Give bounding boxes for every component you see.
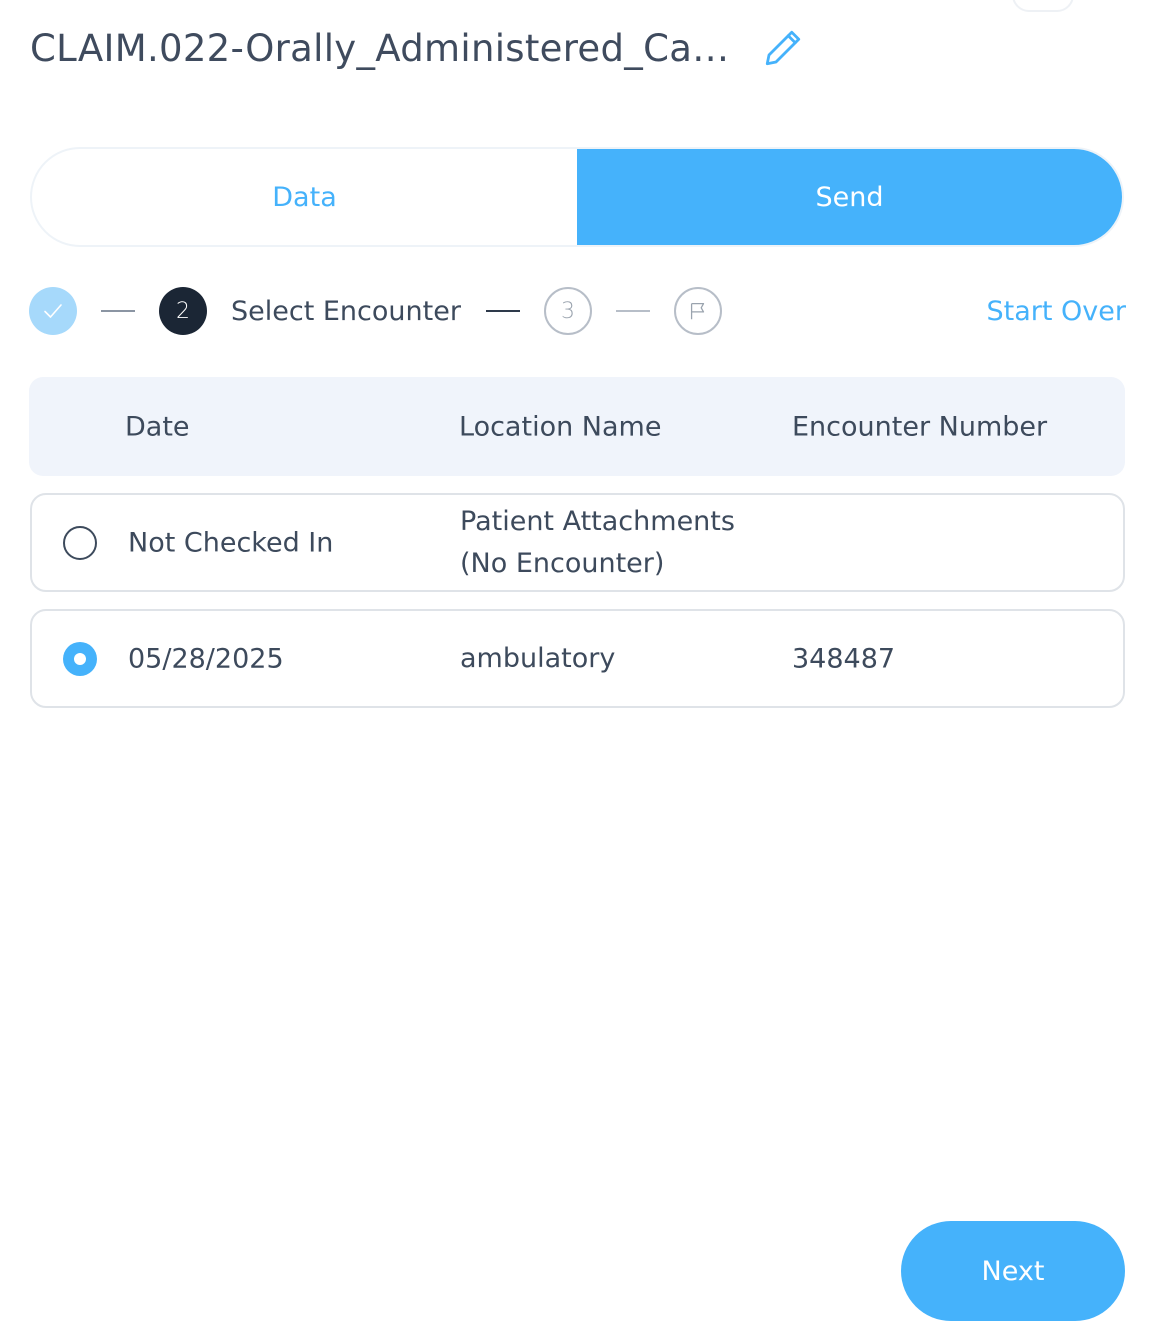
step-connector (101, 310, 135, 312)
start-over-link[interactable]: Start Over (987, 296, 1126, 327)
encounter-date: 05/28/2025 (128, 643, 284, 674)
step-finish (673, 287, 722, 335)
flag-icon (690, 303, 705, 320)
encounter-date: Not Checked In (128, 527, 334, 558)
encounter-radio[interactable] (63, 525, 97, 560)
encounter-row[interactable]: 05/28/2025 ambulatory 348487 (30, 609, 1125, 708)
page-title: CLAIM.022-Orally_Administered_Ca… (30, 26, 730, 70)
encounter-location: Patient Attachments (No Encounter) (460, 501, 735, 585)
column-header-location: Location Name (459, 411, 662, 442)
progress-stepper: 2 Select Encounter 3 Start Over (29, 286, 1126, 336)
next-button[interactable]: Next (901, 1221, 1125, 1321)
step-connector (485, 310, 520, 312)
step-2-label: Select Encounter (231, 295, 461, 327)
encounter-table-header: Date Location Name Encounter Number (29, 377, 1125, 476)
encounter-row[interactable]: Not Checked In Patient Attachments (No E… (30, 493, 1125, 592)
pencil-icon[interactable] (761, 26, 805, 70)
step-1-complete (29, 287, 77, 335)
step-2-active: 2 (159, 287, 207, 335)
column-header-date: Date (125, 411, 190, 442)
top-corner-button[interactable] (1012, 0, 1074, 12)
encounter-location-line: Patient Attachments (460, 505, 735, 537)
tab-data[interactable]: Data (32, 149, 577, 245)
encounter-radio-selected[interactable] (63, 641, 97, 676)
column-header-encounter-number: Encounter Number (792, 411, 1048, 442)
mode-tabs: Data Send (30, 147, 1124, 247)
encounter-number: 348487 (792, 643, 896, 674)
step-connector (615, 310, 650, 312)
encounter-location: ambulatory (460, 642, 616, 674)
check-icon (44, 304, 62, 318)
page-header: CLAIM.022-Orally_Administered_Ca… (30, 22, 805, 74)
tab-send[interactable]: Send (577, 149, 1122, 245)
step-3-upcoming: 3 (543, 287, 592, 335)
encounter-location-line: (No Encounter) (460, 547, 665, 579)
